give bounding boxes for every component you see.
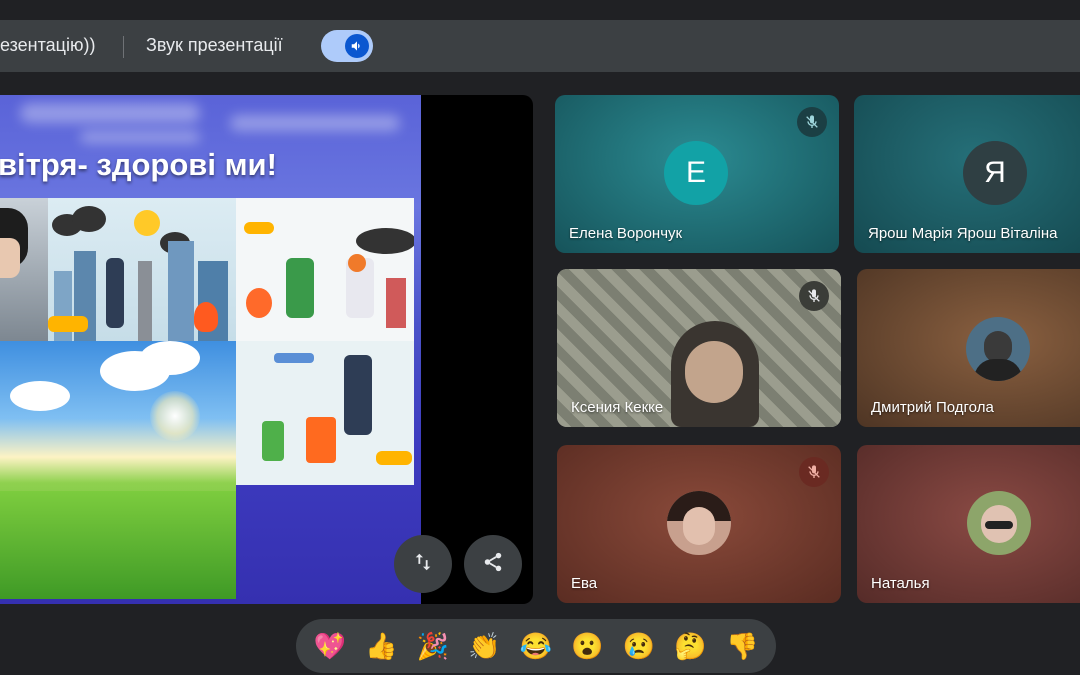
reaction-clapping-hands[interactable]: 👏 [463, 625, 505, 667]
presentation-stage: вітря- здорові ми! [0, 95, 533, 604]
reaction-sparkling-heart[interactable]: 💖 [309, 625, 351, 667]
reactions-bar: 💖 👍 🎉 👏 😂 😮 😢 🤔 👎 [296, 619, 776, 673]
avatar: Е [664, 141, 728, 205]
presentation-toolbar: езентацію)) Звук презентації [0, 20, 1080, 72]
sky-cloud [20, 103, 200, 123]
stop-presentation-label[interactable]: езентацію)) [0, 35, 95, 56]
share-icon [482, 551, 504, 578]
toolbar-divider [123, 36, 124, 58]
participant-name: Ева [571, 575, 598, 592]
mic-off-icon [799, 457, 829, 487]
collage-panel-park [0, 341, 236, 599]
collage-panel-waste [236, 341, 414, 485]
participant-name: Дмитрий Подгола [871, 399, 994, 416]
slide-title: вітря- здорові ми! [0, 147, 277, 182]
participant-tile[interactable]: Ева [557, 445, 841, 603]
participant-tile[interactable]: Наталья [857, 445, 1080, 603]
reaction-crying-face[interactable]: 😢 [618, 625, 660, 667]
avatar [967, 491, 1031, 555]
sky-cloud [80, 131, 200, 143]
participant-name: Наталья [871, 575, 930, 592]
participant-name: Ярош Марія Ярош Віталіна [868, 225, 1058, 242]
reaction-open-mouth[interactable]: 😮 [567, 625, 609, 667]
presentation-audio-toggle[interactable] [321, 30, 373, 62]
reaction-thinking-face[interactable]: 🤔 [670, 625, 712, 667]
participant-name: Елена Ворончук [569, 225, 683, 242]
window-top-strip [0, 0, 1080, 20]
mic-off-icon [799, 281, 829, 311]
presentation-slide: вітря- здорові ми! [0, 95, 421, 604]
avatar: Я [963, 141, 1027, 205]
participant-face [685, 341, 743, 403]
participant-tile[interactable]: Ксения Кекке [557, 269, 841, 427]
participant-tile[interactable]: Дмитрий Подгола [857, 269, 1080, 427]
sky-cloud [230, 115, 400, 131]
participant-tile[interactable]: Е Елена Ворончук [555, 95, 839, 253]
speaker-icon [345, 34, 369, 58]
participant-tile[interactable]: Я Ярош Марія Ярош Віталіна [854, 95, 1080, 253]
mic-off-icon [797, 107, 827, 137]
reaction-thumbs-up[interactable]: 👍 [360, 625, 402, 667]
reaction-thumbs-down[interactable]: 👎 [721, 625, 763, 667]
swap-vertical-icon [412, 551, 434, 578]
collage-panel-pollution [236, 198, 414, 341]
collage-panel-industry [48, 198, 236, 341]
reaction-party-popper[interactable]: 🎉 [412, 625, 454, 667]
collage-panel-portrait [0, 198, 48, 341]
reaction-tears-of-joy[interactable]: 😂 [515, 625, 557, 667]
avatar [966, 317, 1030, 381]
slide-collage-image [0, 198, 414, 599]
share-button[interactable] [464, 535, 522, 593]
avatar [667, 491, 731, 555]
presentation-audio-label: Звук презентації [146, 35, 283, 55]
swap-layout-button[interactable] [394, 535, 452, 593]
participant-name: Ксения Кекке [571, 399, 664, 416]
